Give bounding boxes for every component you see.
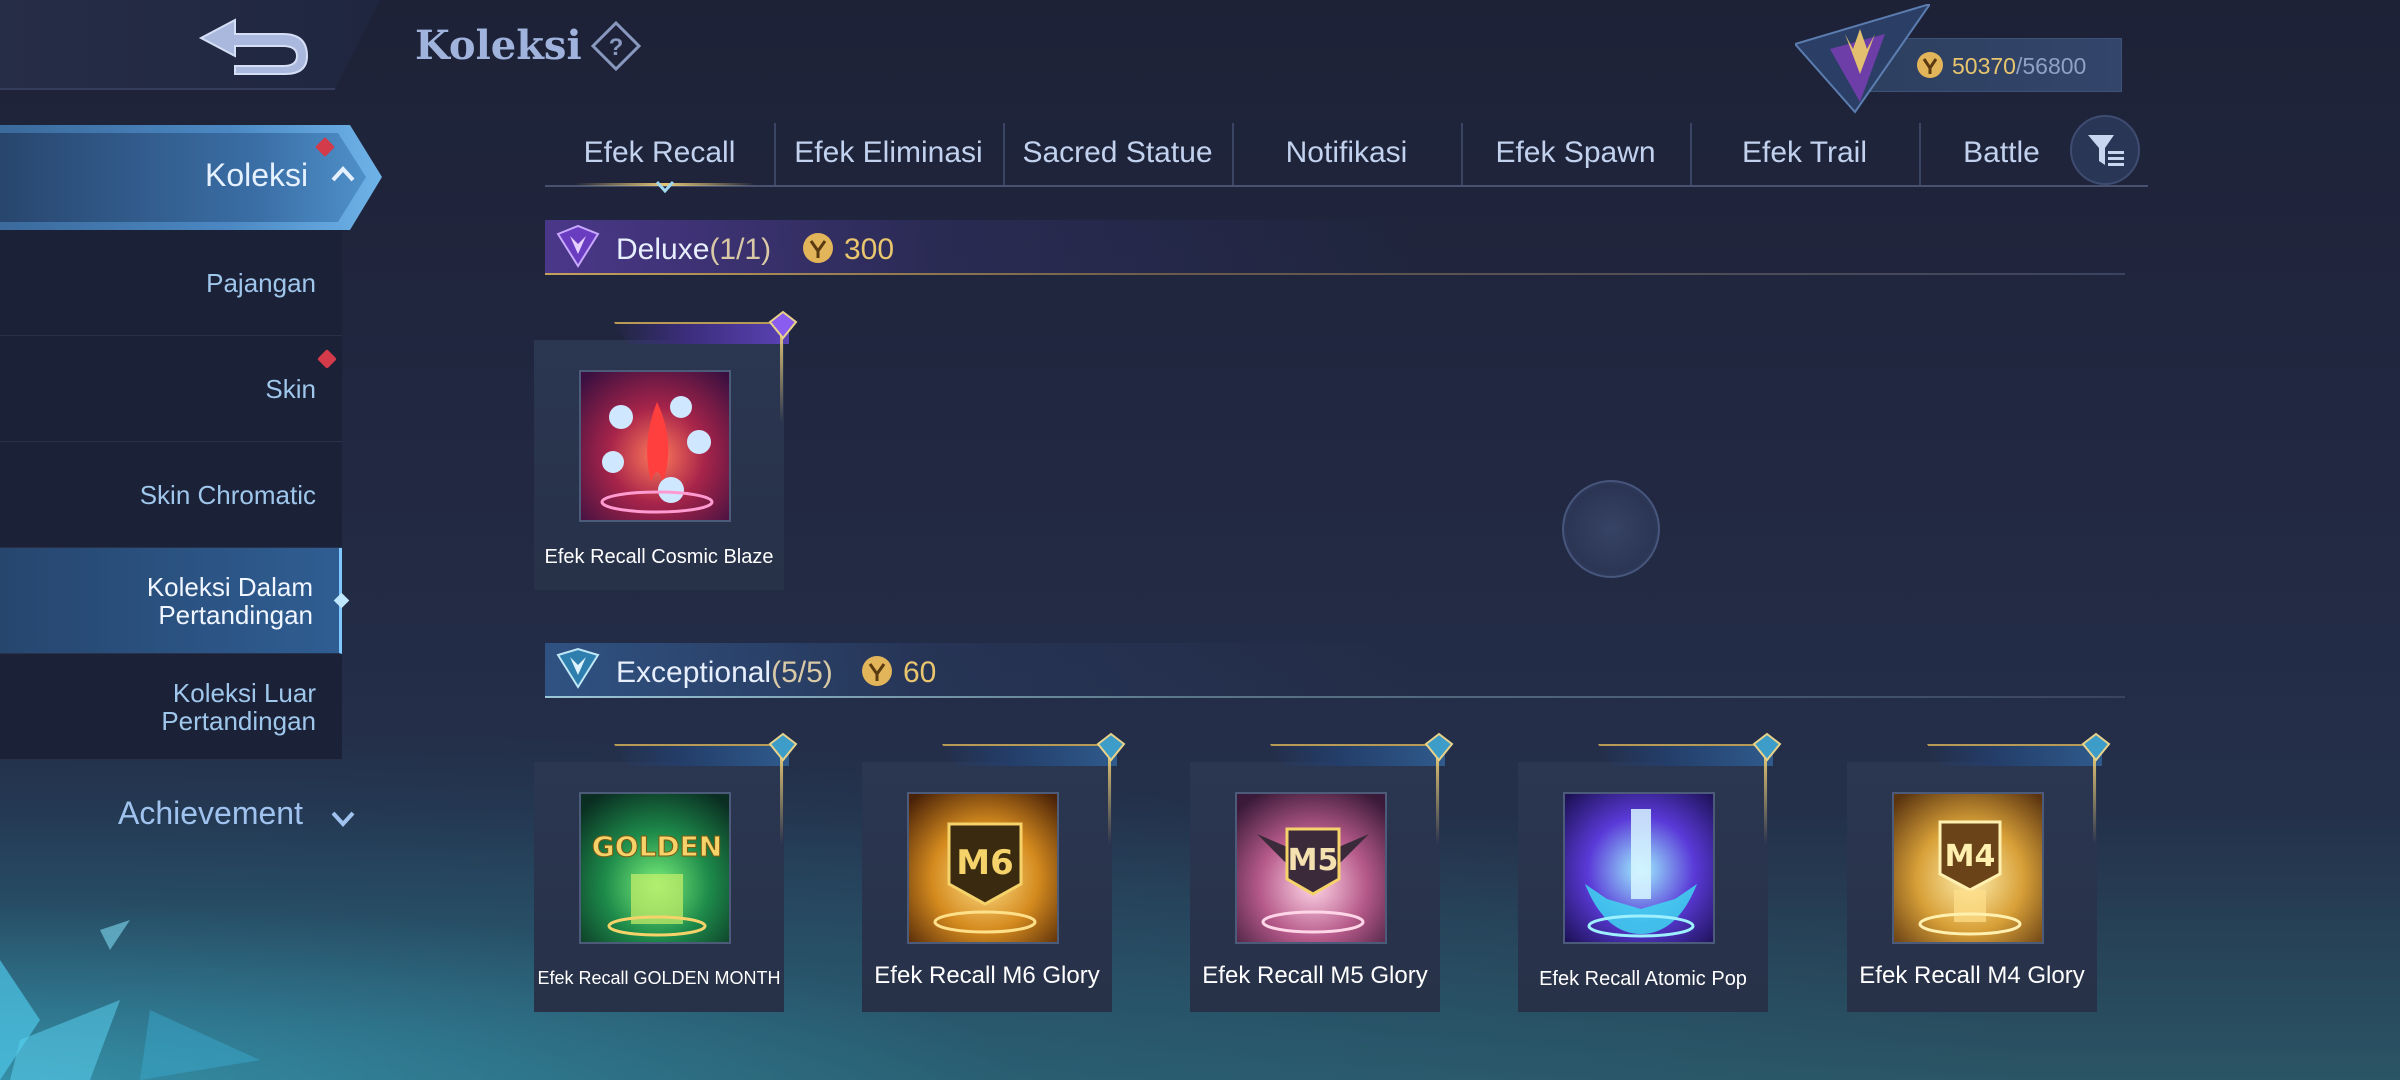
back-button[interactable]: [0, 0, 380, 90]
svg-text:?: ?: [609, 34, 624, 61]
filter-icon: [2088, 135, 2124, 166]
golden-month-artwork: GOLDEN: [579, 792, 731, 944]
decorative-shards: [0, 920, 260, 1080]
collection-card-m5-glory[interactable]: M5 Efek Recall M5 Glory: [1190, 732, 1454, 1012]
deluxe-section-header: [545, 220, 2125, 274]
collector-coin-icon: [1917, 52, 1943, 78]
rank-emblem-icon: [1795, 4, 1930, 114]
active-tab-chevron-icon: [655, 181, 675, 194]
tabs-underline: [545, 185, 2148, 187]
collection-card-golden-month[interactable]: GOLDEN Efek Recall GOLDEN MONTH: [534, 732, 798, 1012]
card-ribbon: [614, 322, 789, 344]
exceptional-gem-icon: [1096, 732, 1126, 762]
card-name: Efek Recall M4 Glory: [1859, 962, 2085, 989]
sidebar-koleksi-label: Koleksi: [205, 157, 309, 193]
collection-card-cosmic-blaze[interactable]: Efek Recall Cosmic Blaze: [534, 310, 798, 590]
svg-text:M4: M4: [1945, 839, 1996, 874]
card-name: Efek Recall GOLDEN MONTH: [537, 968, 781, 988]
m4-glory-artwork: M4: [1892, 792, 2044, 944]
category-tabs: Efek Recall Efek Eliminasi Sacred Statue…: [545, 120, 2145, 186]
exceptional-cost: 60: [903, 656, 937, 689]
collection-card-atomic-pop[interactable]: Efek Recall Atomic Pop: [1518, 732, 1782, 1012]
sidebar-item-koleksi-dalam-pertandingan[interactable]: Koleksi Dalam Pertandingan: [0, 548, 350, 654]
collector-coin-icon: [803, 233, 833, 263]
exceptional-gem-icon: [1424, 732, 1454, 762]
active-indicator: [333, 592, 350, 609]
section-divider: [545, 696, 2125, 698]
svg-text:M5: M5: [1288, 843, 1339, 878]
back-arrow-icon: [198, 18, 309, 75]
card-ribbon: [1270, 744, 1445, 766]
collection-card-m4-glory[interactable]: M4 Efek Recall M4 Glory: [1847, 732, 2111, 1012]
collection-card-m6-glory[interactable]: M6 Efek Recall M6 Glory: [862, 732, 1126, 1012]
card-name: Efek Recall M5 Glory: [1202, 962, 1428, 989]
tab-efek-eliminasi[interactable]: Efek Eliminasi: [774, 120, 1003, 186]
card-edge: [1764, 754, 1767, 844]
tab-efek-spawn[interactable]: Efek Spawn: [1461, 120, 1690, 186]
exceptional-gem-icon: [2081, 732, 2111, 762]
chevron-up-icon: [331, 166, 355, 182]
card-ribbon: [942, 744, 1117, 766]
sidebar-item-label: Koleksi Luar Pertandingan: [161, 677, 316, 736]
card-edge: [780, 754, 783, 844]
floating-touch-button[interactable]: [1562, 480, 1660, 578]
exceptional-gem-icon: [1752, 732, 1782, 762]
m6-glory-artwork: M6: [907, 792, 1059, 944]
sidebar-item-label: Skin Chromatic: [139, 479, 316, 510]
card-edge: [1108, 754, 1111, 844]
sidebar-item-skin-chromatic[interactable]: Skin Chromatic: [0, 442, 342, 548]
card-ribbon: [1598, 744, 1773, 766]
exceptional-gem-icon: [768, 732, 798, 762]
card-edge: [1436, 754, 1439, 844]
tab-sacred-statue[interactable]: Sacred Statue: [1003, 120, 1232, 186]
svg-text:M6: M6: [956, 843, 1014, 883]
card-edge: [780, 332, 783, 422]
sidebar-item-koleksi-luar-pertandingan[interactable]: Koleksi Luar Pertandingan: [0, 654, 342, 760]
help-question-icon[interactable]: ?: [590, 20, 642, 72]
page-title: Koleksi: [415, 22, 582, 69]
filter-button[interactable]: [2070, 115, 2140, 185]
deluxe-gem-icon: [768, 310, 798, 340]
svg-text:GOLDEN: GOLDEN: [592, 830, 722, 863]
notification-badge: [317, 349, 337, 369]
card-name: Efek Recall Cosmic Blaze: [544, 546, 774, 568]
deluxe-tier-icon: [556, 224, 600, 268]
tab-efek-recall[interactable]: Efek Recall: [545, 120, 774, 186]
cosmic-blaze-artwork: [579, 370, 731, 522]
card-edge: [2093, 754, 2096, 844]
exceptional-title: Exceptional(5/5): [616, 656, 833, 689]
tab-notifikasi[interactable]: Notifikasi: [1232, 120, 1461, 186]
atomic-pop-artwork: [1563, 792, 1715, 944]
chevron-down-icon: [331, 811, 355, 827]
sidebar-item-skin[interactable]: Skin: [0, 336, 342, 442]
card-name: Efek Recall Atomic Pop: [1539, 968, 1747, 990]
collector-coin-icon: [862, 656, 892, 686]
card-name: Efek Recall M6 Glory: [874, 962, 1100, 989]
sidebar-item-label: Pajangan: [206, 267, 316, 298]
currency-value: 50370/56800: [1952, 53, 2087, 79]
card-ribbon: [1927, 744, 2102, 766]
tab-efek-trail[interactable]: Efek Trail: [1690, 120, 1919, 186]
sidebar-achievement[interactable]: Achievement: [118, 795, 303, 832]
sidebar-item-label: Skin: [265, 373, 316, 404]
tab-battle[interactable]: Battle: [1919, 120, 2084, 186]
deluxe-title: Deluxe(1/1): [616, 233, 772, 266]
sidebar-item-pajangan[interactable]: Pajangan: [0, 230, 342, 336]
sidebar-item-label: Koleksi Dalam Pertandingan: [146, 571, 313, 630]
sidebar-list: Pajangan Skin Skin Chromatic Koleksi Dal…: [0, 230, 350, 760]
card-ribbon: [614, 744, 789, 766]
exceptional-tier-icon: [556, 647, 600, 689]
sidebar-koleksi-header-inner: [0, 133, 366, 222]
deluxe-cost: 300: [844, 233, 895, 266]
m5-glory-artwork: M5: [1235, 792, 1387, 944]
section-divider: [545, 273, 2125, 275]
